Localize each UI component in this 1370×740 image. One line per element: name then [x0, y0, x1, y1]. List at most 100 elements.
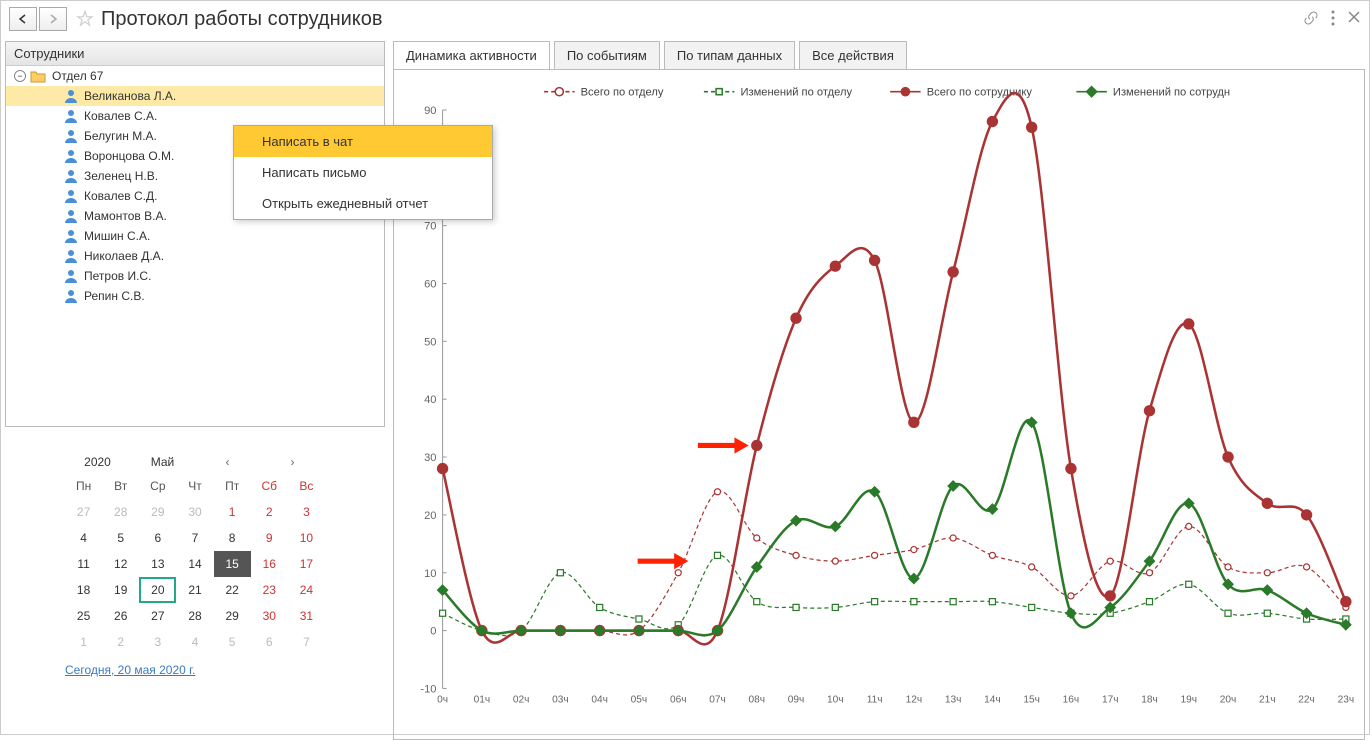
- collapse-icon[interactable]: −: [14, 70, 26, 82]
- cal-day[interactable]: 27: [65, 499, 102, 525]
- cal-day[interactable]: 2: [102, 629, 139, 655]
- svg-text:11ч: 11ч: [867, 695, 883, 706]
- cal-year[interactable]: 2020: [65, 451, 130, 473]
- today-link[interactable]: Сегодня, 20 мая 2020 г.: [65, 663, 195, 677]
- tree-employee[interactable]: Мишин С.А.: [6, 226, 384, 246]
- cal-day[interactable]: 11: [65, 551, 102, 577]
- svg-text:16ч: 16ч: [1063, 695, 1080, 706]
- cal-day[interactable]: 7: [176, 525, 213, 551]
- nav-forward-button[interactable]: [39, 7, 67, 31]
- tree-dept[interactable]: − Отдел 67: [6, 66, 384, 86]
- cal-day[interactable]: 3: [139, 629, 176, 655]
- cal-day[interactable]: 8: [214, 525, 251, 551]
- cal-dow: Вт: [102, 473, 139, 499]
- cal-day[interactable]: 25: [65, 603, 102, 629]
- svg-text:12ч: 12ч: [906, 695, 923, 706]
- cal-day[interactable]: 29: [139, 499, 176, 525]
- cal-day[interactable]: 12: [102, 551, 139, 577]
- svg-text:20: 20: [424, 510, 436, 522]
- ctx-write-chat[interactable]: Написать в чат: [234, 126, 492, 157]
- tab-all[interactable]: Все действия: [799, 41, 907, 69]
- cal-day[interactable]: 1: [65, 629, 102, 655]
- tree-employee[interactable]: Великанова Л.А.: [6, 86, 384, 106]
- cal-day[interactable]: 20: [139, 577, 176, 603]
- cal-day[interactable]: 28: [176, 603, 213, 629]
- cal-day[interactable]: 10: [288, 525, 325, 551]
- cal-day[interactable]: 15: [214, 551, 251, 577]
- context-menu: Написать в чат Написать письмо Открыть е…: [233, 125, 493, 220]
- cal-day[interactable]: 18: [65, 577, 102, 603]
- cal-day[interactable]: 1: [214, 499, 251, 525]
- cal-day[interactable]: 2: [251, 499, 288, 525]
- cal-day[interactable]: 30: [176, 499, 213, 525]
- favorite-icon[interactable]: [75, 9, 95, 29]
- nav-back-button[interactable]: [9, 7, 37, 31]
- svg-text:09ч: 09ч: [788, 695, 805, 706]
- svg-text:18ч: 18ч: [1141, 695, 1158, 706]
- employee-tree[interactable]: − Отдел 67 Великанова Л.А.Ковалев С.А.Бе…: [6, 66, 384, 426]
- tab-types[interactable]: По типам данных: [664, 41, 795, 69]
- cal-day[interactable]: 22: [214, 577, 251, 603]
- cal-day[interactable]: 30: [251, 603, 288, 629]
- cal-day[interactable]: 3: [288, 499, 325, 525]
- svg-text:0: 0: [430, 626, 436, 638]
- cal-day[interactable]: 6: [139, 525, 176, 551]
- more-icon[interactable]: [1331, 10, 1335, 29]
- cal-day[interactable]: 5: [102, 525, 139, 551]
- cal-day[interactable]: 6: [251, 629, 288, 655]
- cal-day[interactable]: 29: [214, 603, 251, 629]
- svg-text:Изменений по сотрудн: Изменений по сотрудн: [1113, 87, 1230, 99]
- ctx-open-report[interactable]: Открыть ежедневный отчет: [234, 188, 492, 219]
- arrow-annotation: [698, 437, 749, 453]
- cal-day[interactable]: 26: [102, 603, 139, 629]
- cal-day[interactable]: 27: [139, 603, 176, 629]
- cal-day[interactable]: 13: [139, 551, 176, 577]
- tree-employee[interactable]: Петров И.С.: [6, 266, 384, 286]
- cal-day[interactable]: 4: [65, 525, 102, 551]
- tree-employee[interactable]: Репин С.В.: [6, 286, 384, 306]
- page-title: Протокол работы сотрудников: [101, 8, 383, 31]
- svg-text:30: 30: [424, 452, 436, 464]
- cal-next-button[interactable]: ›: [260, 451, 325, 473]
- cal-month[interactable]: Май: [130, 451, 195, 473]
- sidebar-title: Сотрудники: [6, 42, 384, 66]
- tab-activity[interactable]: Динамика активности: [393, 41, 550, 69]
- cal-day[interactable]: 7: [288, 629, 325, 655]
- cal-day[interactable]: 21: [176, 577, 213, 603]
- cal-dow: Чт: [176, 473, 213, 499]
- cal-day[interactable]: 16: [251, 551, 288, 577]
- cal-day[interactable]: 31: [288, 603, 325, 629]
- cal-day[interactable]: 24: [288, 577, 325, 603]
- svg-text:21ч: 21ч: [1259, 695, 1276, 706]
- link-icon[interactable]: [1303, 10, 1319, 29]
- svg-text:14ч: 14ч: [984, 695, 1001, 706]
- cal-day[interactable]: 14: [176, 551, 213, 577]
- cal-day[interactable]: 28: [102, 499, 139, 525]
- cal-day[interactable]: 4: [176, 629, 213, 655]
- cal-day[interactable]: 9: [251, 525, 288, 551]
- cal-day[interactable]: 19: [102, 577, 139, 603]
- cal-prev-button[interactable]: ‹: [195, 451, 260, 473]
- svg-text:05ч: 05ч: [631, 695, 648, 706]
- svg-text:10: 10: [424, 568, 436, 580]
- tree-employee[interactable]: Николаев Д.А.: [6, 246, 384, 266]
- tree-employee[interactable]: Ковалев С.А.: [6, 106, 384, 126]
- employee-name: Зеленец Н.В.: [84, 169, 158, 183]
- person-icon: [64, 269, 78, 283]
- cal-day[interactable]: 5: [214, 629, 251, 655]
- svg-text:04ч: 04ч: [591, 695, 608, 706]
- svg-text:13ч: 13ч: [945, 695, 962, 706]
- tab-events[interactable]: По событиям: [554, 41, 660, 69]
- cal-day[interactable]: 17: [288, 551, 325, 577]
- employee-name: Ковалев С.Д.: [84, 189, 157, 203]
- employee-name: Николаев Д.А.: [84, 249, 164, 263]
- svg-text:70: 70: [424, 221, 436, 233]
- svg-text:0ч: 0ч: [437, 695, 448, 706]
- chart-container: -1001020304050607080900ч01ч02ч03ч04ч05ч0…: [393, 69, 1365, 740]
- ctx-write-email[interactable]: Написать письмо: [234, 157, 492, 188]
- employee-name: Мишин С.А.: [84, 229, 150, 243]
- close-icon[interactable]: [1347, 10, 1361, 29]
- cal-day[interactable]: 23: [251, 577, 288, 603]
- employee-name: Великанова Л.А.: [84, 89, 176, 103]
- svg-text:90: 90: [424, 105, 436, 117]
